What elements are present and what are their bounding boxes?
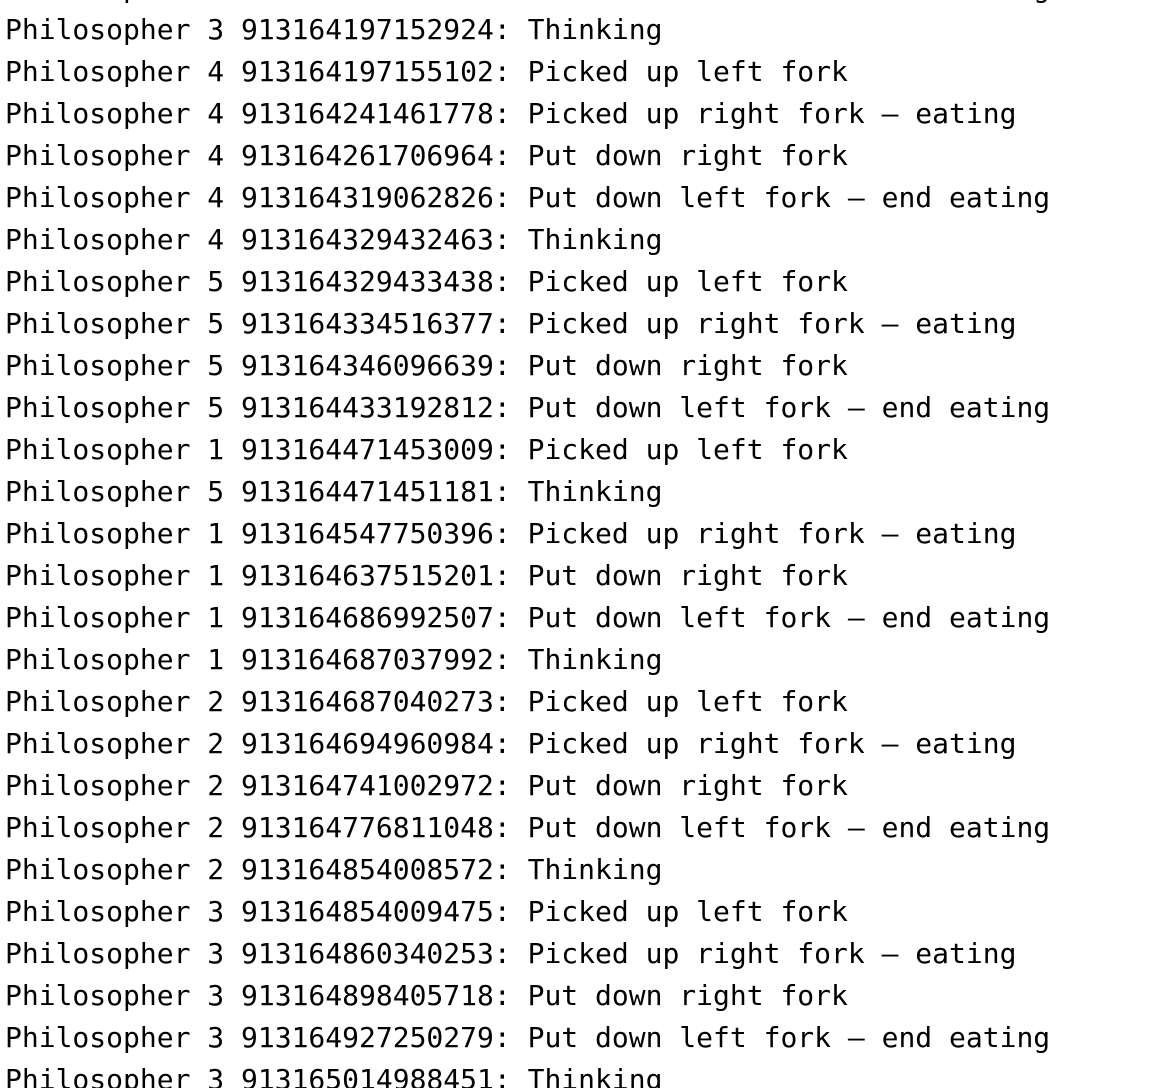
log-line: Philosopher 1 913164686992507: Put down … — [5, 601, 1051, 634]
log-line: Philosopher 3 913164927250279: Put down … — [5, 1021, 1051, 1054]
log-line: Philosopher 2 913164741002972: Put down … — [5, 769, 848, 802]
log-line: Philosopher 4 913164329432463: Thinking — [5, 223, 663, 256]
log-line: Philosopher 1 913164471453009: Picked up… — [5, 433, 848, 466]
log-line: Philosopher 3 913165014988451: Thinking — [5, 1063, 663, 1088]
log-line: Philosopher 2 913164197152000: Put down … — [5, 0, 1050, 9]
log-line: Philosopher 4 913164319062826: Put down … — [5, 181, 1051, 214]
log-line: Philosopher 1 913164637515201: Put down … — [5, 559, 848, 592]
log-line: Philosopher 5 913164433192812: Put down … — [5, 391, 1051, 424]
log-line: Philosopher 5 913164334516377: Picked up… — [5, 307, 1017, 340]
log-line: Philosopher 5 913164329433438: Picked up… — [5, 265, 848, 298]
log-line: Philosopher 2 913164776811048: Put down … — [5, 811, 1051, 844]
log-list: Philosopher 2 913164197152000: Put down … — [5, 0, 1050, 1088]
log-line: Philosopher 5 913164471451181: Thinking — [5, 475, 663, 508]
terminal-output: Philosopher 2 913164197152000: Put down … — [0, 0, 1174, 1088]
log-line: Philosopher 4 913164197155102: Picked up… — [5, 55, 848, 88]
log-line: Philosopher 1 913164547750396: Picked up… — [5, 517, 1017, 550]
log-line: Philosopher 3 913164898405718: Put down … — [5, 979, 848, 1012]
log-line: Philosopher 2 913164854008572: Thinking — [5, 853, 663, 886]
log-line: Philosopher 4 913164241461778: Picked up… — [5, 97, 1017, 130]
log-line: Philosopher 1 913164687037992: Thinking — [5, 643, 663, 676]
log-line: Philosopher 4 913164261706964: Put down … — [5, 139, 848, 172]
log-line: Philosopher 5 913164346096639: Put down … — [5, 349, 848, 382]
log-line: Philosopher 3 913164860340253: Picked up… — [5, 937, 1017, 970]
log-line: Philosopher 3 913164854009475: Picked up… — [5, 895, 848, 928]
log-line: Philosopher 3 913164197152924: Thinking — [5, 13, 663, 46]
log-line: Philosopher 2 913164687040273: Picked up… — [5, 685, 848, 718]
log-line: Philosopher 2 913164694960984: Picked up… — [5, 727, 1017, 760]
